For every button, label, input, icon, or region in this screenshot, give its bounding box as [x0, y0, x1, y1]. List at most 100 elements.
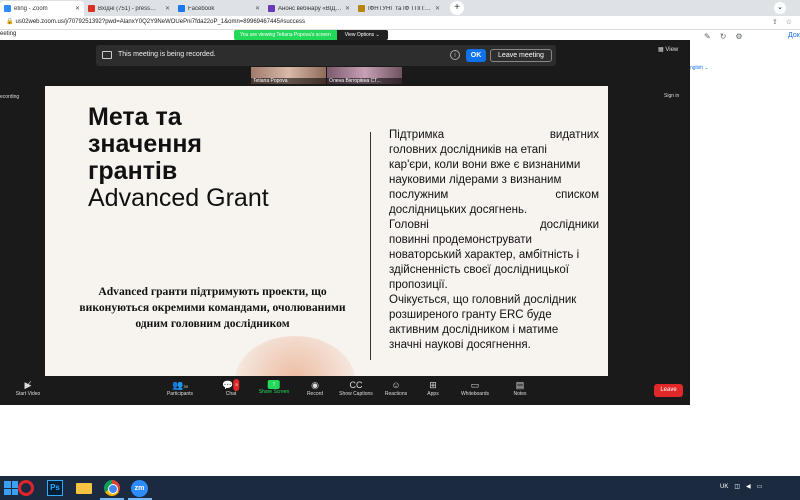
tab-favicon-icon: [88, 5, 95, 12]
toolbar-share-screen-button[interactable]: ↑ Share Screen: [259, 379, 289, 395]
tab-favicon-icon: [358, 5, 365, 12]
participant-name: Олена Вікторівна СТ...: [327, 78, 402, 84]
language-link[interactable]: nglish ⌄: [690, 65, 709, 71]
whiteboard-icon: ▭: [470, 380, 480, 390]
bg-toolbar-icons: ✎ ↻ ⚙: [704, 32, 743, 41]
slide-title-line: Мета та: [88, 103, 182, 131]
participants-icon: 👥39: [172, 380, 188, 390]
toolbar-start-video-button[interactable]: ▶̸ Start Video: [16, 379, 41, 397]
ok-button[interactable]: OK: [466, 49, 486, 62]
network-icon[interactable]: ◫: [734, 483, 740, 490]
view-button[interactable]: ▦ View: [658, 46, 678, 53]
close-tab-icon[interactable]: ✕: [75, 5, 80, 12]
slide-body-line: повинні продемонструвати: [389, 234, 532, 246]
close-tab-icon[interactable]: ✕: [345, 5, 350, 12]
settings-icon[interactable]: ⚙: [735, 32, 742, 41]
slide-title-line: грантів: [88, 157, 178, 185]
slide-subtitle-line: виконуються окремими командами, очолюван…: [79, 301, 346, 314]
zoom-window-title: eeting: [0, 31, 17, 37]
toolbar-record-button[interactable]: ◉ Record: [307, 379, 323, 397]
browser-tab[interactable]: Анонс вебінару «ВІДКРИТІ ХО✕: [264, 1, 354, 16]
slide-divider: [370, 132, 371, 360]
slide-body: Підтримка видатних головних дослідників на…: [389, 128, 604, 353]
slide-body-word: послужним: [389, 189, 449, 201]
edit-icon[interactable]: ✎: [704, 32, 711, 41]
apps-icon: ⊞: [429, 380, 437, 390]
lock-icon: 🔒: [6, 19, 14, 25]
address-bar[interactable]: 🔒 us02web.zoom.us/j/7079251392?pwd=AlanxY…: [0, 16, 800, 30]
recording-notice-bar: This meeting is being recorded. i OK Lea…: [96, 45, 556, 66]
toolbar-reactions-button[interactable]: ☺ Reactions: [385, 379, 407, 397]
slide-body-line: головних дослідників на етапі: [389, 144, 547, 156]
browser-tab[interactable]: eting - Zoom ✕: [0, 1, 84, 16]
background-webpage: ✎ ↻ ⚙ Док nglish ⌄: [690, 30, 800, 470]
decorative-blob: [235, 336, 355, 379]
tab-favicon-icon: [268, 5, 275, 12]
zoom-window: eeting You are viewing Tetiana Popova's …: [0, 30, 690, 405]
chat-icon: 💬 5: [222, 379, 240, 391]
volume-icon[interactable]: ◀: [746, 483, 751, 490]
participant-count: 39: [183, 384, 188, 389]
recording-label: ecording: [0, 94, 20, 100]
bg-link[interactable]: Док: [788, 32, 800, 39]
browser-tab[interactable]: ІФНТУНГ та ІФ ТПП: спільні орг✕: [354, 1, 444, 16]
tab-title: Facebook: [188, 5, 215, 12]
opera-icon[interactable]: [18, 480, 34, 496]
toolbar-chat-button[interactable]: 💬 5 Chat: [222, 379, 240, 397]
system-tray: UK ◫ ◀ ▭: [720, 483, 763, 491]
sign-in-link[interactable]: Sign in: [664, 93, 679, 99]
leave-button[interactable]: Leave: [654, 384, 683, 397]
toolbar-show-captions-button[interactable]: CC Show Captions: [339, 379, 373, 397]
slide-body-line: Підтримка видатних: [389, 128, 599, 143]
windows-start-icon[interactable]: [4, 481, 18, 495]
bookmark-star-icon[interactable]: ☆: [786, 18, 792, 26]
browser-tab-strip: eting - Zoom✕Вхідні (751) - press@nung.e…: [0, 0, 800, 16]
slide-body-word: списком: [555, 189, 599, 201]
tab-title: Анонс вебінару «ВІДКРИТІ ХО: [278, 5, 342, 12]
toolbar-label: Show Captions: [339, 391, 373, 397]
slide-body-line: дослідницьких досягнень.: [389, 204, 528, 216]
slide-subtitle-line: одним головним дослідником: [135, 317, 290, 330]
slide-body-word: Головні: [389, 219, 429, 231]
tab-title: ІФНТУНГ та ІФ ТПП: спільні орг: [368, 5, 432, 12]
history-icon[interactable]: ↻: [720, 32, 727, 41]
share-icon[interactable]: ⇪: [772, 18, 778, 26]
close-tab-icon[interactable]: ✕: [255, 5, 260, 12]
participant-thumbnail[interactable]: Tetiana Popova: [251, 67, 326, 84]
participant-thumbnail[interactable]: Олена Вікторівна СТ...: [327, 67, 402, 84]
view-options-button[interactable]: View Options ⌄: [336, 30, 388, 40]
tab-search-icon[interactable]: ⌄: [774, 2, 786, 14]
language-indicator[interactable]: UK: [720, 484, 728, 490]
new-tab-button[interactable]: +: [450, 1, 464, 15]
slide-body-line: Очікується, що головний дослідник: [389, 294, 577, 306]
file-explorer-icon[interactable]: [76, 483, 92, 494]
browser-tab[interactable]: Facebook ✕: [174, 1, 264, 16]
zoom-toolbar: Leave ▶̸ Start Video 👥39 Participants 💬 5 Chat…: [0, 376, 690, 405]
toolbar-whiteboards-button[interactable]: ▭ Whiteboards: [461, 379, 489, 397]
toolbar-apps-button[interactable]: ⊞ Apps: [427, 379, 438, 397]
tab-favicon-icon: [178, 5, 185, 12]
slide-subtitle-line: Advanced гранти підтримують проекти, що: [98, 285, 327, 298]
info-icon[interactable]: i: [450, 50, 460, 60]
zoom-app-icon[interactable]: zm: [131, 480, 148, 497]
slide-body-line: науковими лідерами з визнаним: [389, 174, 562, 186]
leave-meeting-button[interactable]: Leave meeting: [490, 49, 552, 62]
slide-title: Мета та значення грантів Advanced Grant: [88, 104, 348, 212]
url-field[interactable]: 🔒 us02web.zoom.us/j/7079251392?pwd=AlanxY…: [6, 18, 305, 25]
photoshop-icon[interactable]: Ps: [47, 480, 63, 496]
browser-tab[interactable]: Вхідні (751) - press@nung.edu.u✕: [84, 1, 174, 16]
close-tab-icon[interactable]: ✕: [165, 5, 170, 12]
toolbar-label: Chat: [225, 391, 237, 397]
toolbar-participants-button[interactable]: 👥39 Participants: [167, 379, 193, 397]
battery-icon[interactable]: ▭: [757, 483, 763, 490]
windows-taskbar: Ps zm UK ◫ ◀ ▭: [0, 476, 800, 500]
toolbar-label: Start Video: [15, 391, 41, 397]
recording-notice-text: This meeting is being recorded.: [118, 51, 216, 58]
address-bar-icons: ⇪ ☆: [772, 18, 792, 26]
chrome-icon[interactable]: [104, 480, 120, 496]
close-tab-icon[interactable]: ✕: [435, 5, 440, 12]
shared-slide: Мета та значення грантів Advanced Grant …: [45, 86, 608, 379]
toolbar-label: Reactions: [384, 391, 408, 397]
grid-icon: ▦: [658, 47, 664, 53]
toolbar-notes-button[interactable]: ▤ Notes: [513, 379, 526, 397]
